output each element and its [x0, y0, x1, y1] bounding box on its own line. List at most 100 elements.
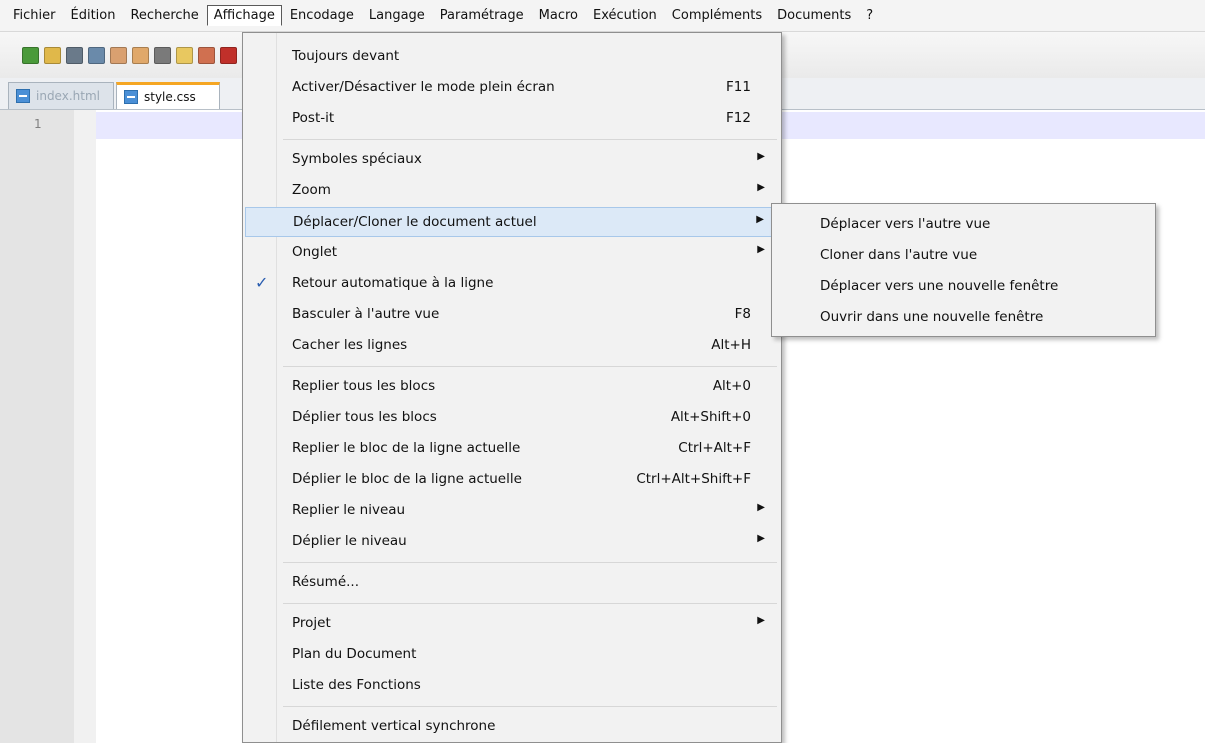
menu-edition[interactable]: Édition	[64, 5, 123, 26]
menu-item-label: Cacher les lignes	[292, 337, 408, 353]
menu-item-label: Replier le niveau	[292, 502, 406, 518]
menu-separator	[283, 562, 777, 563]
menu-[interactable]: ?	[859, 5, 880, 26]
menu-item-label: Activer/Désactiver le mode plein écran	[292, 79, 555, 95]
menu-item-label: Onglet	[292, 244, 338, 260]
submenu-item[interactable]: Ouvrir dans une nouvelle fenêtre	[820, 309, 1043, 325]
menu-item[interactable]: Déplier tous les blocs Alt+Shift+0	[245, 403, 779, 433]
submenu-item[interactable]: Déplacer vers l'autre vue	[820, 216, 990, 232]
menu-item-shortcut: F12	[726, 110, 751, 126]
menu-separator	[283, 706, 777, 707]
save-icon[interactable]	[66, 46, 83, 64]
menu-item-label: Liste des Fonctions	[292, 677, 421, 693]
menu-langage[interactable]: Langage	[362, 5, 432, 26]
menu-item-shortcut: Alt+Shift+0	[670, 409, 751, 425]
menu-item[interactable]: Toujours devant	[245, 42, 779, 72]
line-number: 1	[34, 117, 42, 131]
print-icon[interactable]	[154, 46, 171, 64]
menu-separator	[283, 139, 777, 140]
save-all-icon[interactable]	[88, 46, 105, 64]
menu-item-label: Basculer à l'autre vue	[292, 306, 440, 322]
menu-item-label: Retour automatique à la ligne	[292, 275, 494, 291]
menu-item[interactable]: Onglet ▶	[245, 238, 779, 268]
menu-item-label: Replier tous les blocs	[292, 378, 436, 394]
menu-item-shortcut: Alt+H	[711, 337, 751, 353]
menu-item-label: Défilement vertical synchrone	[292, 718, 496, 734]
sync-scroll-icon[interactable]	[176, 46, 193, 64]
menu-item-label: Déplier le bloc de la ligne actuelle	[292, 471, 522, 487]
fold-margin[interactable]	[74, 110, 96, 743]
menu-item[interactable]: Activer/Désactiver le mode plein écran F1…	[245, 73, 779, 103]
menu-macro[interactable]: Macro	[532, 5, 585, 26]
menu-item[interactable]: Replier tous les blocs Alt+0	[245, 372, 779, 402]
menu-fichier[interactable]: Fichier	[6, 5, 63, 26]
menu-item[interactable]: Déplier le bloc de la ligne actuelle Ctrl…	[245, 465, 779, 495]
menu-bar: Fichier Édition Recherche Affichage Encodage…	[0, 0, 1205, 32]
menu-item-shortcut: Ctrl+Alt+F	[678, 440, 751, 456]
menu-item[interactable]: Cacher les lignes Alt+H	[245, 331, 779, 361]
menu-item[interactable]: Projet ▶	[245, 609, 779, 639]
menu-item[interactable]: Replier le niveau ▶	[245, 496, 779, 526]
submenu-item[interactable]: Déplacer vers une nouvelle fenêtre	[820, 278, 1058, 294]
tab-index-html[interactable]: index.html	[8, 82, 114, 109]
menu-item[interactable]: ✓ Retour automatique à la ligne	[245, 269, 779, 299]
menu-item-label: Toujours devant	[292, 48, 400, 64]
tab-style-css[interactable]: style.css	[116, 82, 220, 109]
menu-item[interactable]: Basculer à l'autre vue F8	[245, 300, 779, 330]
menu-item-label: Résumé...	[292, 574, 359, 590]
menu-item-label: Symboles spéciaux	[292, 151, 422, 167]
submenu-arrow-icon: ▶	[757, 615, 765, 626]
menu-item-label: Déplacer/Cloner le document actuel	[293, 214, 537, 230]
menu-item[interactable]: Zoom ▶	[245, 176, 779, 206]
menu-execution[interactable]: Exécution	[586, 5, 664, 26]
new-file-icon[interactable]	[22, 46, 39, 64]
move-clone-submenu: Déplacer vers l'autre vue Cloner dans l'a…	[771, 203, 1156, 337]
close-all-icon[interactable]	[132, 46, 149, 64]
menu-item[interactable]: Liste des Fonctions	[245, 671, 779, 701]
menu-item-label: Zoom	[292, 182, 331, 198]
submenu-arrow-icon: ▶	[757, 182, 765, 193]
panel-icon[interactable]	[198, 46, 215, 64]
menu-item-label: Plan du Document	[292, 646, 417, 662]
menu-item-label: Replier le bloc de la ligne actuelle	[292, 440, 521, 456]
file-icon	[16, 89, 30, 103]
menu-item[interactable]: Défilement vertical synchrone	[245, 712, 779, 742]
menu-item-label: Projet	[292, 615, 331, 631]
submenu-item[interactable]: Cloner dans l'autre vue	[820, 247, 977, 263]
menu-item[interactable]: Plan du Document	[245, 640, 779, 670]
menu-parametrage[interactable]: Paramétrage	[433, 5, 531, 26]
menu-affichage[interactable]: Affichage	[206, 5, 282, 26]
checkmark-icon: ✓	[255, 273, 269, 292]
menu-item[interactable]: Résumé...	[245, 568, 779, 598]
menu-item-label: Déplier le niveau	[292, 533, 407, 549]
menu-encodage[interactable]: Encodage	[283, 5, 361, 26]
submenu-arrow-icon: ▶	[757, 244, 765, 255]
menu-item-shortcut: F11	[726, 79, 751, 95]
view-menu-dropdown: Toujours devant Activer/Désactiver le mod…	[242, 32, 782, 743]
menu-item-shortcut: Alt+0	[712, 378, 751, 394]
submenu-arrow-icon: ▶	[757, 533, 765, 544]
submenu-arrow-icon: ▶	[757, 151, 765, 162]
menu-documents[interactable]: Documents	[770, 5, 858, 26]
menu-item[interactable]: Post-it F12	[245, 104, 779, 134]
menu-separator	[283, 603, 777, 604]
menu-item[interactable]: Replier le bloc de la ligne actuelle Ctrl…	[245, 434, 779, 464]
menu-item-shortcut: Ctrl+Alt+Shift+F	[636, 471, 751, 487]
menu-item[interactable]: Déplier le niveau ▶	[245, 527, 779, 557]
menu-separator	[283, 366, 777, 367]
menu-item[interactable]: Symboles spéciaux ▶	[245, 145, 779, 175]
file-icon	[124, 90, 138, 104]
clipboard-icon[interactable]	[220, 46, 237, 64]
menu-item-label: Post-it	[292, 110, 335, 126]
tab-label: style.css	[144, 90, 196, 104]
menu-recherche[interactable]: Recherche	[123, 5, 205, 26]
menu-item-shortcut: F8	[734, 306, 751, 322]
menu-item-label: Déplier tous les blocs	[292, 409, 437, 425]
tab-label: index.html	[36, 89, 100, 103]
menu-complements[interactable]: Compléments	[665, 5, 769, 26]
menu-item[interactable]: Déplacer/Cloner le document actuel ▶	[245, 207, 779, 237]
submenu-arrow-icon: ▶	[757, 502, 765, 513]
close-icon[interactable]	[110, 46, 127, 64]
open-folder-icon[interactable]	[44, 46, 61, 64]
submenu-arrow-icon: ▶	[756, 214, 764, 225]
